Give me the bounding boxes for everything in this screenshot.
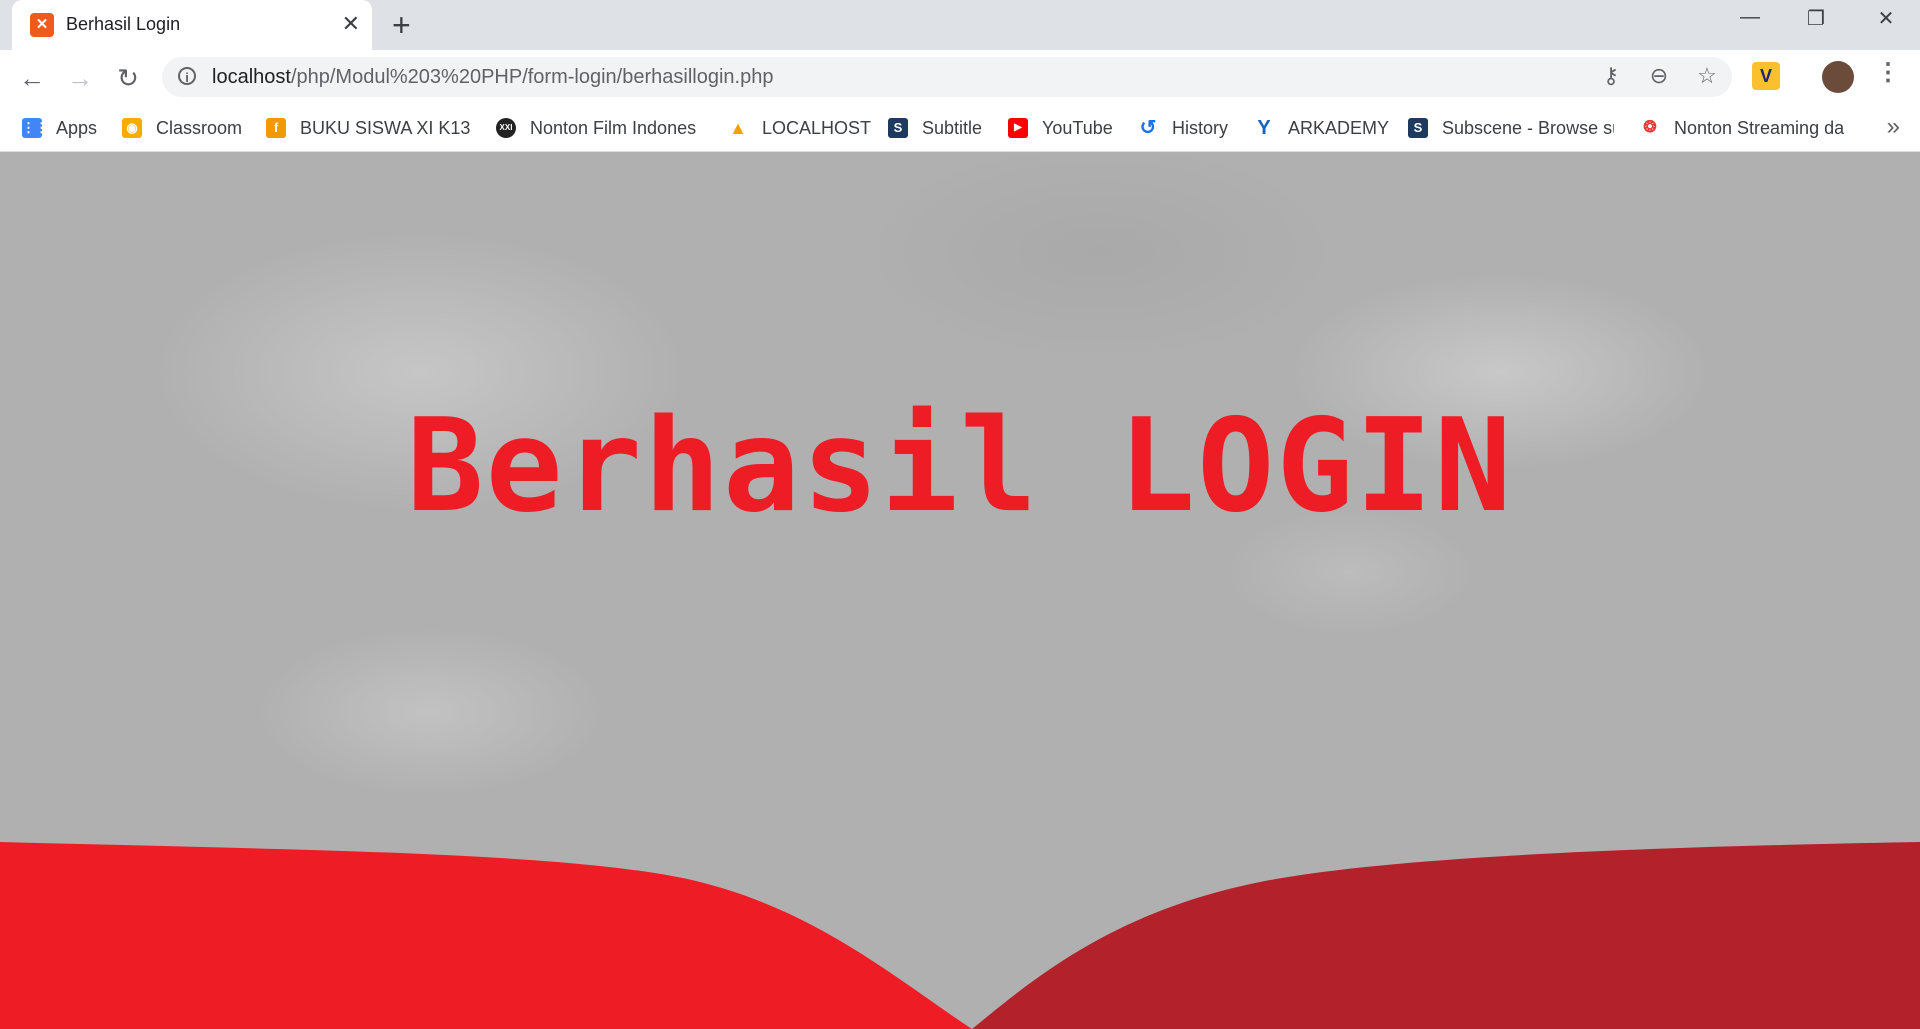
star-icon[interactable]: ☆ bbox=[1692, 63, 1722, 89]
bookmark-arkademy[interactable]: Y ARKADEMY bbox=[1254, 115, 1389, 141]
new-tab-button[interactable]: + bbox=[392, 8, 411, 42]
bookmark-localhost[interactable]: ▲ LOCALHOST bbox=[728, 115, 871, 141]
forward-button[interactable]: → bbox=[62, 60, 98, 96]
bookmark-youtube[interactable]: ▶ YouTube bbox=[1008, 115, 1113, 141]
bookmark-classroom[interactable]: ◉ Classroom bbox=[122, 115, 242, 141]
red-wave-decoration bbox=[0, 842, 1920, 1029]
history-icon: ↺ bbox=[1139, 117, 1157, 139]
bookmark-history[interactable]: ↺ History bbox=[1138, 115, 1228, 141]
youtube-icon: ▶ bbox=[1008, 118, 1028, 138]
reload-button[interactable]: ↻ bbox=[110, 60, 146, 96]
bookmark-label: ARKADEMY bbox=[1288, 117, 1390, 138]
bookmark-label: LOCALHOST bbox=[762, 117, 872, 138]
url-text[interactable]: localhost/php/Modul%203%20PHP/form-login… bbox=[212, 66, 773, 89]
page-heading: Berhasil LOGIN bbox=[406, 392, 1514, 541]
bookmark-label: BUKU SISWA XI K13 F bbox=[300, 117, 472, 138]
red-wave-left bbox=[0, 842, 972, 1029]
extension-icon[interactable]: V bbox=[1752, 62, 1780, 90]
s-icon: S bbox=[1408, 118, 1428, 138]
back-button[interactable]: ← bbox=[14, 60, 50, 96]
bookmark-label: Apps bbox=[56, 117, 98, 138]
menu-icon[interactable]: ⋮ bbox=[1876, 58, 1900, 87]
url-host: localhost bbox=[212, 66, 291, 88]
address-bar[interactable]: i localhost/php/Modul%203%20PHP/form-log… bbox=[162, 57, 1732, 97]
close-window-button[interactable]: ✕ bbox=[1866, 6, 1906, 31]
bookmark-subtitle[interactable]: S Subtitle bbox=[888, 115, 982, 141]
bookmark-label: Subscene - Browse su bbox=[1442, 117, 1614, 138]
tab-strip: ✕ Berhasil Login ✕ + — ❐ ✕ bbox=[0, 0, 1920, 50]
f-icon: f bbox=[266, 118, 286, 138]
bookmark-nonton-film[interactable]: XXI Nonton Film Indones bbox=[496, 115, 702, 141]
s-icon: S bbox=[888, 118, 908, 138]
zoom-icon[interactable]: ⊖ bbox=[1644, 63, 1674, 89]
page-content: Berhasil LOGIN bbox=[0, 152, 1920, 1029]
bookmark-apps[interactable]: ⋮⋮ Apps bbox=[22, 115, 97, 141]
profile-avatar[interactable] bbox=[1822, 61, 1854, 93]
bookmark-buku-siswa[interactable]: f BUKU SISWA XI K13 F bbox=[266, 115, 472, 141]
bookmark-label: Nonton Streaming da bbox=[1674, 117, 1845, 138]
bookmark-label: Subtitle bbox=[922, 117, 983, 138]
minimize-button[interactable]: — bbox=[1730, 6, 1770, 29]
stream-icon: ❂ bbox=[1643, 119, 1657, 136]
tab-close-icon[interactable]: ✕ bbox=[342, 12, 360, 36]
tab-berhasil-login[interactable]: ✕ Berhasil Login ✕ bbox=[12, 0, 372, 50]
bookmark-label: YouTube bbox=[1042, 117, 1113, 138]
bookmark-label: Nonton Film Indones bbox=[530, 117, 697, 138]
bookmark-nonton-streaming[interactable]: ❂ Nonton Streaming da bbox=[1640, 115, 1846, 141]
bookmark-label: Classroom bbox=[156, 117, 243, 138]
bookmarks-more-icon[interactable]: » bbox=[1887, 113, 1900, 141]
bookmark-subscene[interactable]: S Subscene - Browse su bbox=[1408, 115, 1614, 141]
classroom-icon: ◉ bbox=[122, 118, 142, 138]
red-wave-right bbox=[972, 842, 1920, 1029]
apps-grid-icon: ⋮⋮ bbox=[22, 118, 48, 138]
info-icon[interactable]: i bbox=[178, 67, 196, 85]
tab-title: Berhasil Login bbox=[66, 14, 181, 34]
restore-button[interactable]: ❐ bbox=[1796, 6, 1836, 31]
pma-icon: ▲ bbox=[729, 118, 747, 138]
url-path: /php/Modul%203%20PHP/form-login/berhasil… bbox=[290, 66, 774, 88]
bookmarks-bar: ⋮⋮ Apps ◉ Classroom f BUKU SISWA XI K13 F X… bbox=[0, 105, 1920, 152]
key-icon[interactable]: ⚷ bbox=[1596, 63, 1626, 89]
bird-icon: Y bbox=[1257, 117, 1271, 139]
xxi-icon: XXI bbox=[496, 118, 516, 138]
browser-toolbar: ← → ↻ i localhost/php/Modul%203%20PHP/fo… bbox=[0, 50, 1920, 105]
bookmark-label: History bbox=[1172, 117, 1229, 138]
xampp-icon: ✕ bbox=[30, 13, 54, 37]
